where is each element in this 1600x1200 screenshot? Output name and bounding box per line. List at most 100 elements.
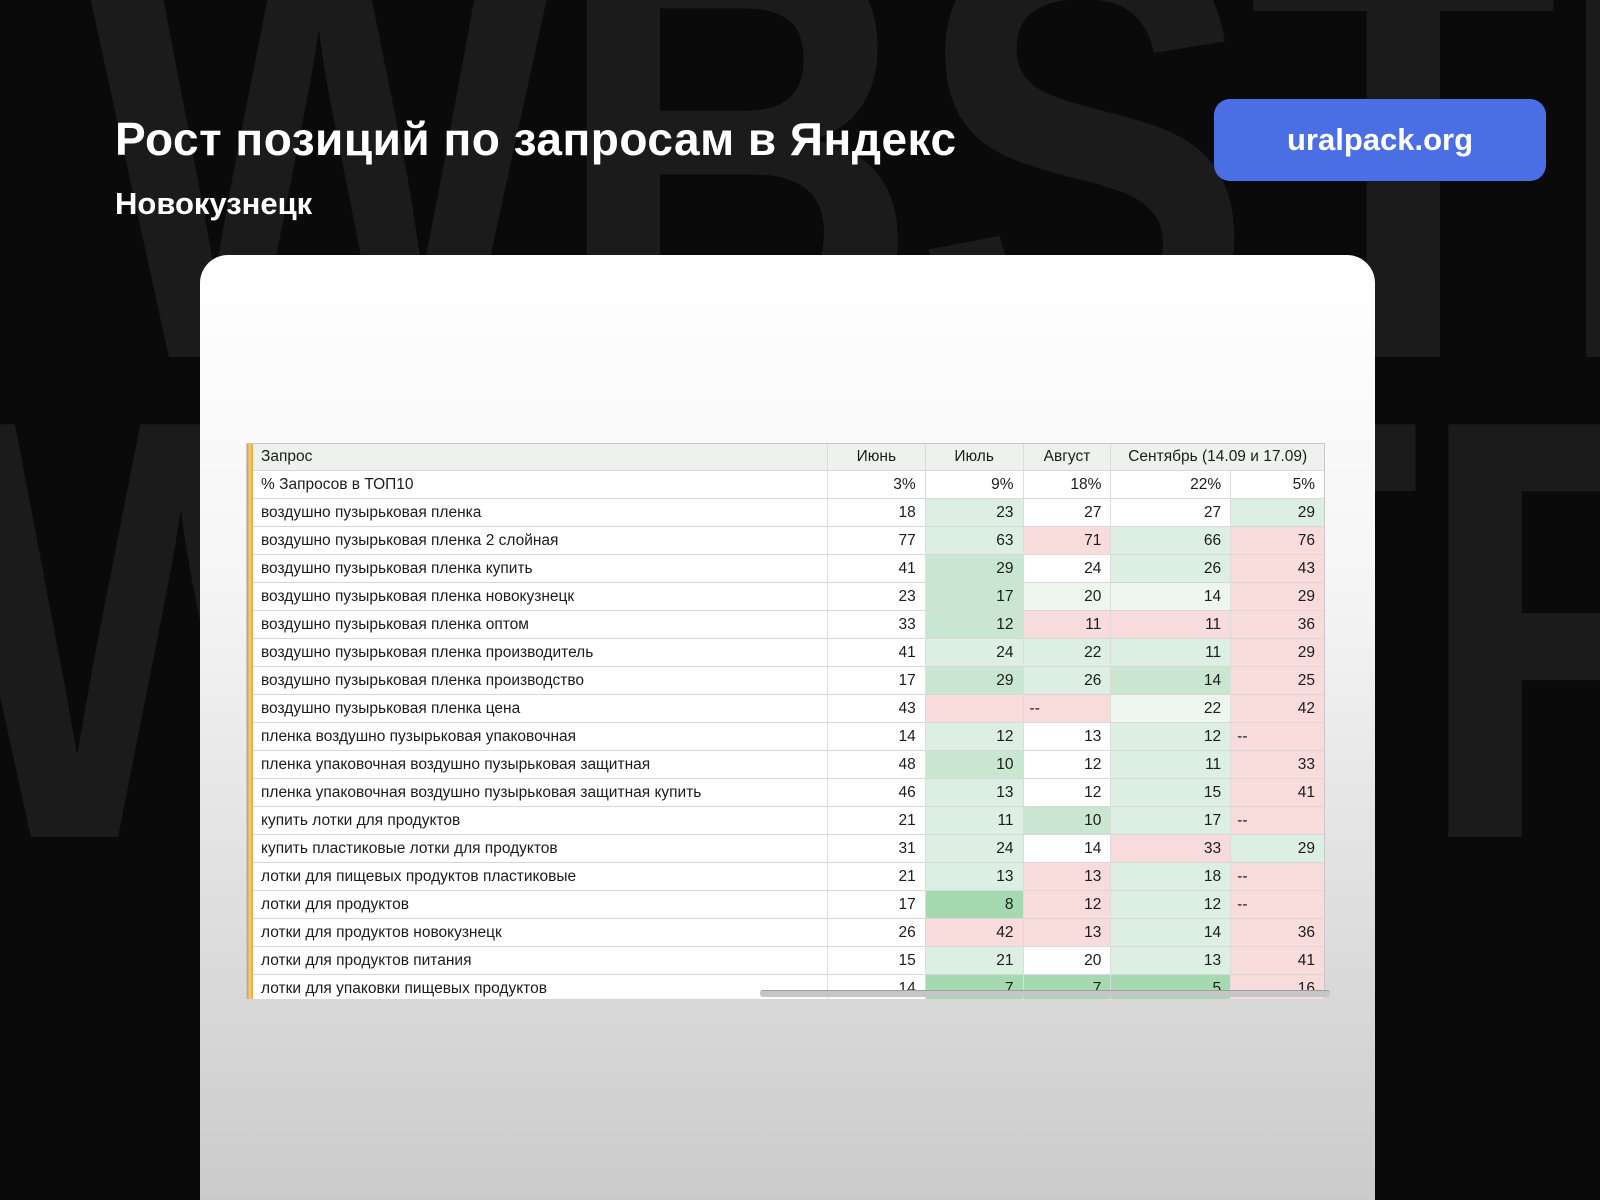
query-cell: лотки для продуктов питания	[247, 947, 828, 975]
position-cell: 76	[1231, 527, 1324, 555]
position-cell: 17	[1111, 807, 1231, 835]
query-cell: воздушно пузырьковая пленка купить	[247, 555, 828, 583]
position-cell: 29	[926, 555, 1024, 583]
slide: WBSTR WBSTR Рост позиций по запросам в Я…	[0, 0, 1600, 1200]
position-cell: --	[1231, 807, 1324, 835]
query-cell: купить пластиковые лотки для продуктов	[247, 835, 828, 863]
query-cell: воздушно пузырьковая пленка оптом	[247, 611, 828, 639]
query-cell: воздушно пузырьковая пленка 2 слойная	[247, 527, 828, 555]
position-cell: 11	[1111, 639, 1231, 667]
position-cell: 24	[926, 835, 1024, 863]
position-cell: 26	[828, 919, 926, 947]
table-body: воздушно пузырьковая пленка1823272729воз…	[247, 499, 1324, 999]
table-header-row: Запрос Июнь Июль Август Сентябрь (14.09 …	[247, 444, 1324, 471]
position-cell: 14	[1111, 667, 1231, 695]
position-cell: 36	[1231, 611, 1324, 639]
position-cell: 17	[926, 583, 1024, 611]
position-cell: 66	[1111, 527, 1231, 555]
position-cell: 71	[1024, 527, 1112, 555]
summary-value: 9%	[926, 471, 1024, 499]
position-cell: 42	[1231, 695, 1324, 723]
query-cell: воздушно пузырьковая пленка	[247, 499, 828, 527]
table-row: пленка упаковочная воздушно пузырьковая …	[247, 751, 1324, 779]
table-row: воздушно пузырьковая пленка 2 слойная776…	[247, 527, 1324, 555]
table-row: лотки для продуктов1781212--	[247, 891, 1324, 919]
position-cell: 12	[1024, 751, 1112, 779]
page-subtitle: Новокузнецк	[115, 186, 312, 222]
position-cell: 20	[1024, 947, 1112, 975]
position-cell: 8	[926, 891, 1024, 919]
position-cell: 22	[1024, 639, 1112, 667]
position-cell: 11	[1111, 751, 1231, 779]
position-cell: 24	[926, 639, 1024, 667]
query-cell: пленка воздушно пузырьковая упаковочная	[247, 723, 828, 751]
position-cell: 27	[1024, 499, 1112, 527]
summary-row: % Запросов в ТОП10 3% 9% 18% 22% 5%	[247, 471, 1324, 499]
query-cell: воздушно пузырьковая пленка производител…	[247, 639, 828, 667]
position-cell: 26	[1111, 555, 1231, 583]
table-row: лотки для продуктов питания1521201341	[247, 947, 1324, 975]
position-cell: 13	[1024, 919, 1112, 947]
horizontal-scrollbar[interactable]	[760, 990, 1330, 997]
table-row: лотки для продуктов новокузнецк264213143…	[247, 919, 1324, 947]
position-cell: 26	[1024, 667, 1112, 695]
table-row: воздушно пузырьковая пленка купить412924…	[247, 555, 1324, 583]
table-row: лотки для пищевых продуктов пластиковые2…	[247, 863, 1324, 891]
position-cell	[926, 695, 1024, 723]
position-cell: 24	[1024, 555, 1112, 583]
position-cell: 11	[1111, 611, 1231, 639]
position-cell: 21	[828, 863, 926, 891]
table-row: купить пластиковые лотки для продуктов31…	[247, 835, 1324, 863]
position-cell: 17	[828, 667, 926, 695]
position-cell: 10	[926, 751, 1024, 779]
table-row: воздушно пузырьковая пленка1823272729	[247, 499, 1324, 527]
header-query: Запрос	[247, 444, 828, 471]
position-cell: 63	[926, 527, 1024, 555]
site-badge-label: uralpack.org	[1287, 122, 1473, 158]
header-july: Июль	[926, 444, 1024, 471]
table-row: пленка упаковочная воздушно пузырьковая …	[247, 779, 1324, 807]
position-cell: 43	[828, 695, 926, 723]
position-cell: 13	[1111, 947, 1231, 975]
page-title: Рост позиций по запросам в Яндекс	[115, 112, 957, 166]
query-cell: воздушно пузырьковая пленка производство	[247, 667, 828, 695]
summary-label: % Запросов в ТОП10	[247, 471, 828, 499]
position-cell: 15	[1111, 779, 1231, 807]
position-cell: 31	[828, 835, 926, 863]
table-row: воздушно пузырьковая пленка производство…	[247, 667, 1324, 695]
position-cell: 25	[1231, 667, 1324, 695]
position-cell: 12	[1111, 723, 1231, 751]
position-cell: 36	[1231, 919, 1324, 947]
position-cell: 23	[926, 499, 1024, 527]
query-cell: лотки для продуктов	[247, 891, 828, 919]
positions-table: Запрос Июнь Июль Август Сентябрь (14.09 …	[246, 443, 1325, 999]
excel-left-strip	[247, 444, 253, 999]
position-cell: 13	[1024, 723, 1112, 751]
position-cell: 21	[828, 807, 926, 835]
query-cell: купить лотки для продуктов	[247, 807, 828, 835]
position-cell: 41	[1231, 779, 1324, 807]
position-cell: 12	[926, 723, 1024, 751]
position-cell: --	[1231, 891, 1324, 919]
position-cell: 33	[828, 611, 926, 639]
position-cell: 13	[926, 779, 1024, 807]
site-badge[interactable]: uralpack.org	[1214, 99, 1546, 181]
position-cell: 29	[926, 667, 1024, 695]
position-cell: --	[1231, 723, 1324, 751]
position-cell: 27	[1111, 499, 1231, 527]
table-row: купить лотки для продуктов21111017--	[247, 807, 1324, 835]
position-cell: 12	[926, 611, 1024, 639]
position-cell: --	[1024, 695, 1112, 723]
position-cell: 48	[828, 751, 926, 779]
position-cell: 12	[1024, 779, 1112, 807]
position-cell: 15	[828, 947, 926, 975]
query-cell: воздушно пузырьковая пленка новокузнецк	[247, 583, 828, 611]
position-cell: 29	[1231, 639, 1324, 667]
query-cell: пленка упаковочная воздушно пузырьковая …	[247, 779, 828, 807]
position-cell: 10	[1024, 807, 1112, 835]
header-june: Июнь	[828, 444, 926, 471]
position-cell: 41	[828, 555, 926, 583]
position-cell: 33	[1231, 751, 1324, 779]
position-cell: 13	[1024, 863, 1112, 891]
position-cell: 43	[1231, 555, 1324, 583]
